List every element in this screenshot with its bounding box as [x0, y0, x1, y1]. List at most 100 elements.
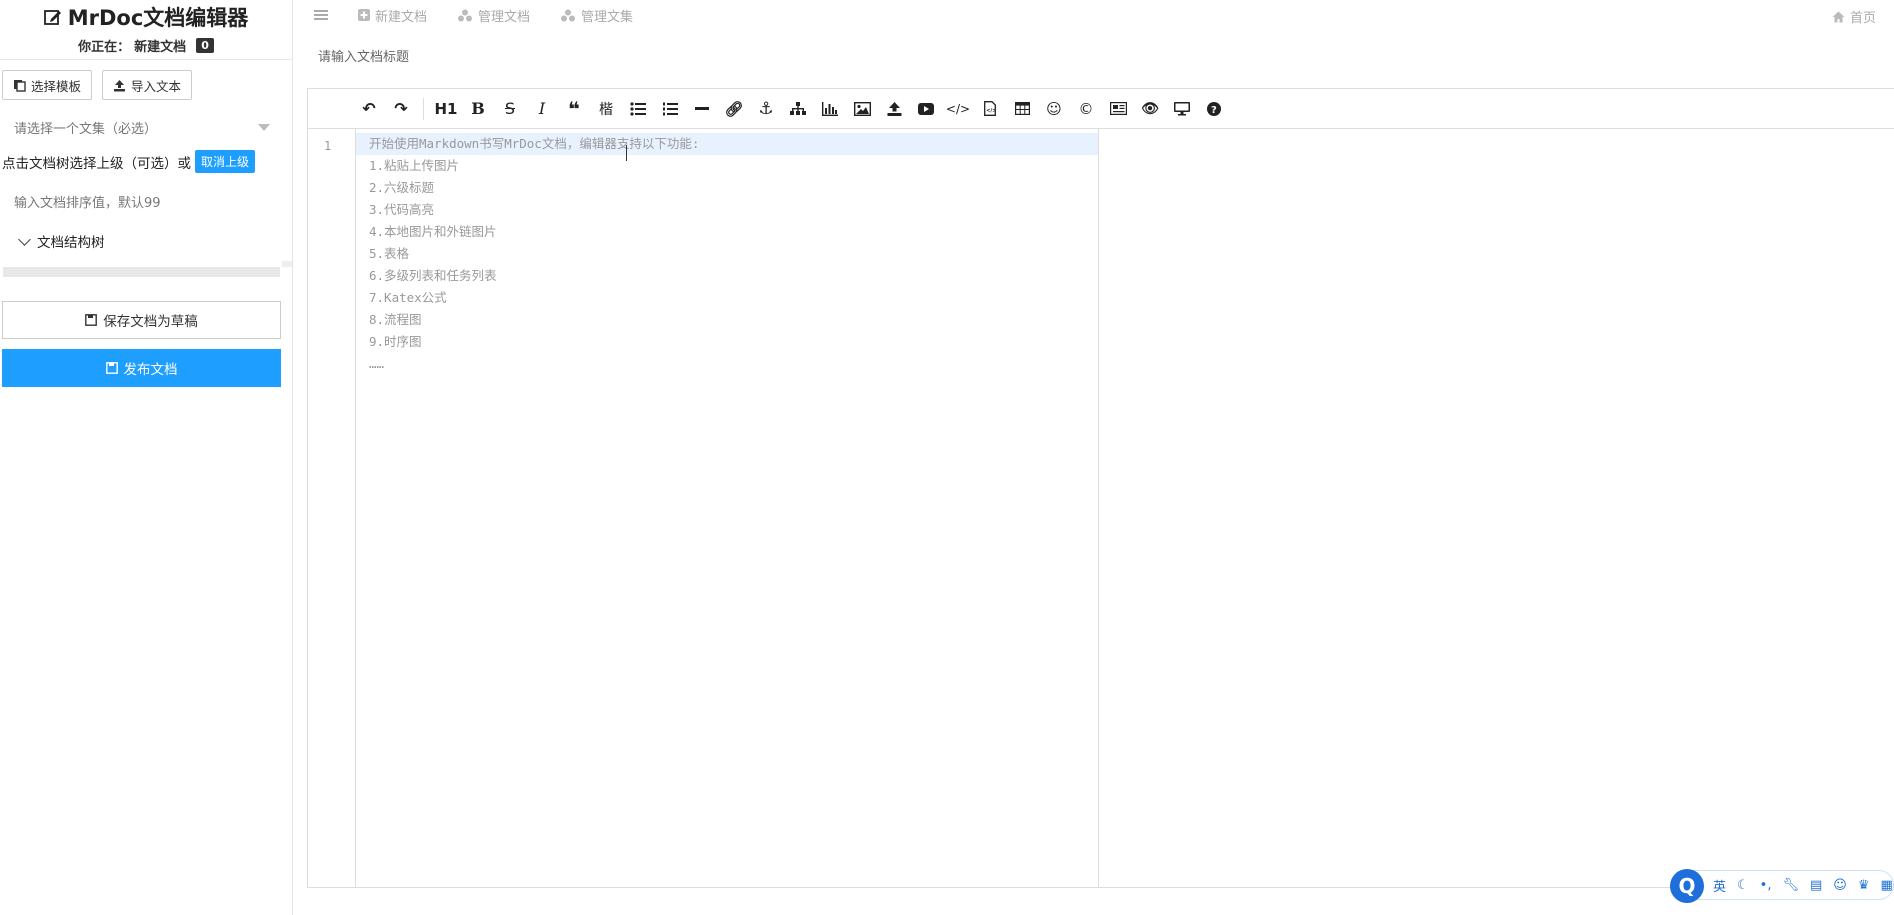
save-draft-button[interactable]: 保存文档为草稿 — [2, 301, 281, 339]
svg-text:?: ? — [1211, 105, 1217, 116]
nav-new-doc[interactable]: 新建文档 — [358, 6, 427, 25]
collection-select-placeholder: 请选择一个文集（必选） — [14, 121, 158, 137]
copy-icon — [14, 79, 26, 92]
save-draft-label: 保存文档为草稿 — [103, 314, 198, 330]
code-icon[interactable]: </> — [942, 94, 974, 124]
nav-manage-collection[interactable]: 管理文集 — [560, 6, 633, 25]
editor-line: 1.粘贴上传图片 — [369, 158, 460, 173]
upload-icon — [114, 79, 126, 91]
moon-icon[interactable]: ☾ — [1737, 878, 1749, 893]
horizontal-rule-icon[interactable] — [686, 94, 718, 124]
edit-icon — [43, 10, 61, 25]
nav-home[interactable]: 首页 — [1832, 7, 1876, 26]
editor-toolbar: ↶ ↷ H1 B S I ❝ 楷 🔗︎ ⚓︎ </> </> ☺ © 👁︎ ? — [308, 89, 1894, 129]
redo-icon[interactable]: ↷ — [385, 94, 417, 124]
bold-icon[interactable]: B — [462, 94, 494, 124]
collection-select[interactable]: 请选择一个文集（必选） — [2, 110, 290, 144]
ime-toolbar[interactable]: 英 ☾ •, 🔧︎ ▤ ☺ ♛ ▦ — [1672, 870, 1894, 900]
italic-icon[interactable]: I — [526, 94, 558, 124]
sidebar-header: MrDoc文档编辑器 你正在： 新建文档 0 — [0, 0, 292, 60]
doc-title-input[interactable]: 请输入文档标题 — [318, 46, 409, 65]
code-editor-area[interactable]: 开始使用Markdown书写MrDoc文档，编辑器支持以下功能: 1.粘贴上传图… — [356, 129, 1099, 887]
clipboard-icon[interactable]: ▤ — [1810, 878, 1822, 893]
grid-icon[interactable]: ▦ — [1881, 878, 1893, 893]
parent-hint: 点击文档树选择上级（可选）或 — [2, 155, 191, 172]
anchor-icon[interactable]: ⚓︎ — [750, 94, 782, 124]
save-icon — [105, 362, 118, 374]
desktop-icon[interactable] — [1166, 94, 1198, 124]
bar-chart-icon[interactable] — [814, 94, 846, 124]
heading-h1-button[interactable]: H1 — [430, 94, 462, 124]
link-icon[interactable]: 🔗︎ — [718, 94, 750, 124]
wrench-icon[interactable]: 🔧︎ — [1782, 878, 1799, 893]
doc-tree-scrollbar[interactable] — [3, 261, 292, 277]
parent-select-row: 点击文档树选择上级（可选）或 取消上级 — [0, 144, 292, 173]
sort-input[interactable]: 输入文档排序值，默认99 — [2, 183, 290, 219]
newspaper-icon[interactable] — [1102, 94, 1134, 124]
sort-input-placeholder: 输入文档排序值，默认99 — [14, 195, 161, 211]
select-template-label: 选择模板 — [31, 78, 82, 94]
status-value: 新建文档 — [134, 40, 187, 55]
table-icon[interactable] — [1006, 94, 1038, 124]
cubes-icon — [458, 9, 473, 21]
scrollbar-thumb[interactable] — [282, 261, 292, 267]
editor-line: 8.流程图 — [369, 312, 422, 327]
toolbar-divider — [423, 97, 424, 120]
top-nav: 新建文档 管理文档 管理文集 首页 — [294, 0, 1894, 30]
cancel-parent-button[interactable]: 取消上级 — [195, 150, 256, 173]
publish-button[interactable]: 发布文档 — [2, 349, 281, 387]
editor-line: 4.本地图片和外链图片 — [369, 224, 497, 239]
home-icon — [1832, 11, 1845, 22]
chevron-down-icon — [18, 232, 31, 246]
publish-label: 发布文档 — [123, 362, 178, 378]
caret-down-icon — [258, 123, 270, 131]
quote-icon[interactable]: ❝ — [558, 94, 590, 124]
eye-slash-icon[interactable]: 👁︎ — [1134, 94, 1166, 124]
punctuation-icon[interactable]: •, — [1760, 878, 1772, 893]
preview-pane — [1100, 129, 1894, 887]
sitemap-icon[interactable] — [782, 94, 814, 124]
editor-line: 9.时序图 — [369, 334, 422, 349]
menu-icon[interactable] — [314, 9, 328, 21]
video-icon[interactable] — [910, 94, 942, 124]
status-badge: 0 — [196, 38, 214, 53]
ordered-list-icon[interactable] — [654, 94, 686, 124]
smile-icon[interactable]: ☺ — [1038, 94, 1070, 124]
image-icon[interactable] — [846, 94, 878, 124]
app-title: MrDoc文档编辑器 — [0, 2, 292, 32]
unordered-list-icon[interactable] — [622, 94, 654, 124]
editor-line: 6.多级列表和任务列表 — [369, 268, 497, 283]
upload-icon[interactable] — [878, 94, 910, 124]
nav-manage-doc[interactable]: 管理文档 — [457, 6, 530, 25]
kai-font-button[interactable]: 楷 — [590, 94, 622, 124]
select-template-button[interactable]: 选择模板 — [2, 70, 93, 100]
help-icon[interactable]: ? — [1198, 94, 1230, 124]
editor-line: 开始使用Markdown书写MrDoc文档，编辑器支持以下功能: — [356, 133, 1098, 155]
line-number: 1 — [324, 139, 332, 153]
emoji-icon[interactable]: ☺ — [1833, 878, 1847, 893]
current-status: 你正在： 新建文档 0 — [0, 36, 292, 55]
nav-manage-collection-label: 管理文集 — [581, 9, 634, 25]
skin-icon[interactable]: ♛ — [1858, 878, 1870, 893]
nav-new-doc-label: 新建文档 — [375, 9, 428, 25]
ime-lang-toggle[interactable]: 英 — [1713, 876, 1726, 895]
import-text-label: 导入文本 — [131, 78, 182, 94]
import-text-button[interactable]: 导入文本 — [102, 70, 193, 100]
strikethrough-icon[interactable]: S — [494, 94, 526, 124]
app-title-text: MrDoc文档编辑器 — [67, 6, 249, 30]
sidebar: MrDoc文档编辑器 你正在： 新建文档 0 选择模板 导入文本 请选择一个文集… — [0, 0, 293, 915]
svg-text:</>: </> — [986, 108, 996, 114]
editor-line: 7.Katex公式 — [369, 290, 447, 305]
doc-tree-toggle[interactable]: 文档结构树 — [0, 231, 292, 251]
ime-logo-icon[interactable]: Q — [1670, 869, 1704, 903]
cubes-icon — [561, 9, 576, 21]
editor-line: 3.代码高亮 — [369, 202, 435, 217]
nav-manage-doc-label: 管理文档 — [478, 9, 531, 25]
code-file-icon[interactable]: </> — [974, 94, 1006, 124]
plus-square-icon — [358, 9, 370, 21]
status-label: 你正在： — [78, 40, 131, 55]
copyright-icon[interactable]: © — [1070, 94, 1102, 124]
undo-icon[interactable]: ↶ — [353, 94, 385, 124]
doc-title-placeholder: 请输入文档标题 — [318, 50, 410, 65]
save-icon — [85, 314, 98, 326]
